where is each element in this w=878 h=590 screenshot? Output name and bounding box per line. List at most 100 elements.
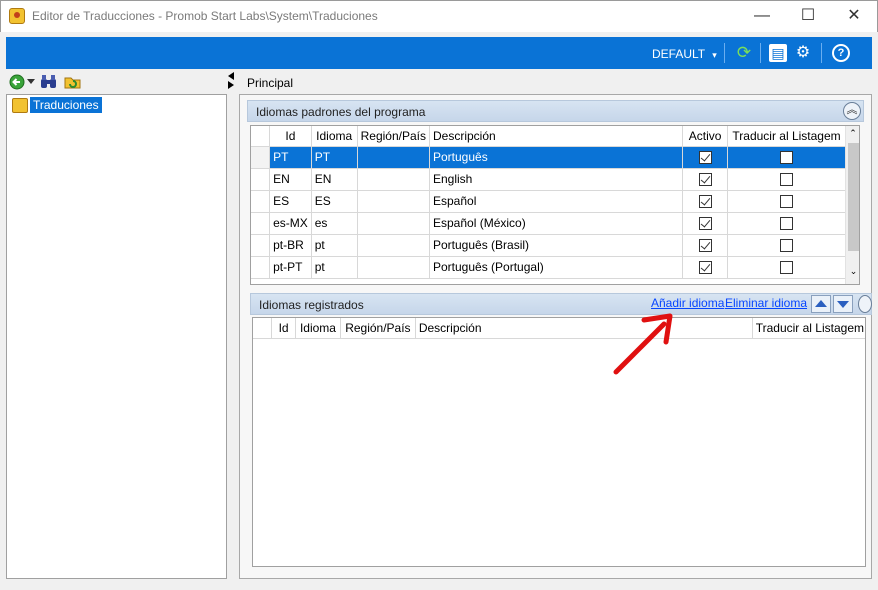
table-row[interactable]: EN EN English [251, 168, 846, 191]
row-header[interactable] [251, 234, 271, 257]
table-row[interactable]: PT PT Português [251, 146, 846, 169]
chevron-down-icon[interactable] [27, 79, 35, 85]
activo-checkbox[interactable] [682, 256, 729, 279]
scroll-down-icon[interactable]: ⌄ [846, 266, 859, 277]
activo-checkbox[interactable] [682, 168, 729, 191]
folder-refresh-icon[interactable] [64, 74, 82, 90]
traducir-checkbox[interactable] [727, 234, 846, 257]
cell-region[interactable] [357, 146, 431, 169]
cell-idioma[interactable]: PT [311, 146, 358, 169]
traducir-checkbox[interactable] [727, 212, 846, 235]
move-down-button[interactable] [833, 295, 853, 313]
cell-idioma[interactable]: pt [311, 256, 358, 279]
row-header[interactable] [251, 256, 271, 279]
column-header[interactable]: Activo [682, 126, 729, 147]
cell-descripcion[interactable]: Português (Portugal) [429, 256, 684, 279]
profile-dropdown[interactable]: DEFAULT ▾ [652, 47, 717, 61]
tree-item-traduciones[interactable]: Traduciones [30, 97, 102, 113]
checkbox-unchecked-icon[interactable] [780, 151, 794, 165]
maximize-button[interactable]: ☐ [785, 1, 831, 32]
traducir-checkbox[interactable] [727, 190, 846, 213]
cell-descripcion[interactable]: Português [429, 146, 684, 169]
checkbox-unchecked-icon[interactable] [780, 217, 794, 231]
cell-idioma[interactable]: ES [311, 190, 358, 213]
column-header[interactable]: Traducir al Listagem [752, 318, 865, 339]
row-header[interactable] [251, 168, 271, 191]
row-header[interactable] [251, 212, 271, 235]
column-header[interactable]: Idioma [295, 318, 341, 339]
checkbox-checked-icon[interactable] [698, 239, 712, 253]
cell-id[interactable]: EN [269, 168, 312, 191]
checkbox-unchecked-icon[interactable] [780, 239, 794, 253]
traducir-checkbox[interactable] [727, 256, 846, 279]
collapse-icon[interactable]: ︽ [843, 102, 861, 120]
scrollbar-thumb[interactable] [848, 143, 859, 251]
binoculars-icon[interactable] [40, 74, 58, 90]
column-header[interactable]: Región/País [357, 126, 431, 147]
expand-right-icon[interactable] [228, 81, 234, 89]
row-header-corner [253, 318, 273, 339]
remove-language-link[interactable]: Eliminar idioma [725, 296, 807, 310]
traducir-checkbox[interactable] [727, 146, 846, 169]
cell-id[interactable]: pt-BR [269, 234, 312, 257]
table-row[interactable]: es-MX es Español (México) [251, 212, 846, 235]
tab-principal[interactable]: Principal [247, 76, 293, 90]
checkbox-checked-icon[interactable] [698, 217, 712, 231]
back-arrow-icon[interactable] [9, 74, 25, 90]
table-row[interactable]: pt-BR pt Português (Brasil) [251, 234, 846, 257]
vertical-scrollbar[interactable]: ⌃ ⌄ [845, 126, 859, 284]
checkbox-checked-icon[interactable] [698, 151, 712, 165]
cell-id[interactable]: ES [269, 190, 312, 213]
cell-idioma[interactable]: pt [311, 234, 358, 257]
checkbox-checked-icon[interactable] [698, 195, 712, 209]
layout-icon[interactable]: ▤ [769, 44, 787, 62]
table-row[interactable]: pt-PT pt Português (Portugal) [251, 256, 846, 279]
checkbox-unchecked-icon[interactable] [780, 261, 794, 275]
refresh-icon[interactable]: ⟳ [735, 44, 753, 62]
column-header[interactable]: Región/País [340, 318, 416, 339]
activo-checkbox[interactable] [682, 212, 729, 235]
help-icon[interactable]: ? [832, 44, 850, 62]
collapse-icon[interactable] [858, 295, 872, 313]
cell-idioma[interactable]: es [311, 212, 358, 235]
cell-id[interactable]: pt-PT [269, 256, 312, 279]
cell-region[interactable] [357, 234, 431, 257]
traducir-checkbox[interactable] [727, 168, 846, 191]
column-header[interactable]: Id [269, 126, 312, 147]
cell-region[interactable] [357, 190, 431, 213]
activo-checkbox[interactable] [682, 190, 729, 213]
cell-id[interactable]: es-MX [269, 212, 312, 235]
cell-descripcion[interactable]: Português (Brasil) [429, 234, 684, 257]
tree-view[interactable]: Traduciones [6, 94, 227, 579]
activo-checkbox[interactable] [682, 146, 729, 169]
activo-checkbox[interactable] [682, 234, 729, 257]
cell-region[interactable] [357, 168, 431, 191]
checkbox-unchecked-icon[interactable] [780, 195, 794, 209]
settings-icon[interactable]: ⚙ [794, 44, 812, 62]
cell-idioma[interactable]: EN [311, 168, 358, 191]
collapse-left-icon[interactable] [228, 72, 234, 80]
checkbox-unchecked-icon[interactable] [780, 173, 794, 187]
main-toolbar: DEFAULT ▾ ⟳ ▤ ⚙ ? [6, 37, 872, 69]
cell-descripcion[interactable]: Español [429, 190, 684, 213]
checkbox-checked-icon[interactable] [698, 261, 712, 275]
cell-descripcion[interactable]: English [429, 168, 684, 191]
cell-region[interactable] [357, 256, 431, 279]
column-header[interactable]: Id [271, 318, 296, 339]
column-header[interactable]: Descripción [429, 126, 684, 147]
checkbox-checked-icon[interactable] [698, 173, 712, 187]
row-header[interactable] [251, 190, 271, 213]
add-language-link[interactable]: Añadir idioma [651, 296, 724, 310]
column-header[interactable]: Idioma [311, 126, 358, 147]
row-header[interactable] [251, 146, 271, 169]
cell-id[interactable]: PT [269, 146, 312, 169]
close-button[interactable]: ✕ [831, 1, 877, 32]
column-header[interactable]: Traducir al Listagem [727, 126, 846, 147]
cell-region[interactable] [357, 212, 431, 235]
cell-descripcion[interactable]: Español (México) [429, 212, 684, 235]
move-up-button[interactable] [811, 295, 831, 313]
scroll-up-icon[interactable]: ⌃ [846, 128, 859, 139]
minimize-button[interactable]: — [739, 1, 785, 32]
table-row[interactable]: ES ES Español [251, 190, 846, 213]
column-header[interactable]: Descripción [415, 318, 753, 339]
